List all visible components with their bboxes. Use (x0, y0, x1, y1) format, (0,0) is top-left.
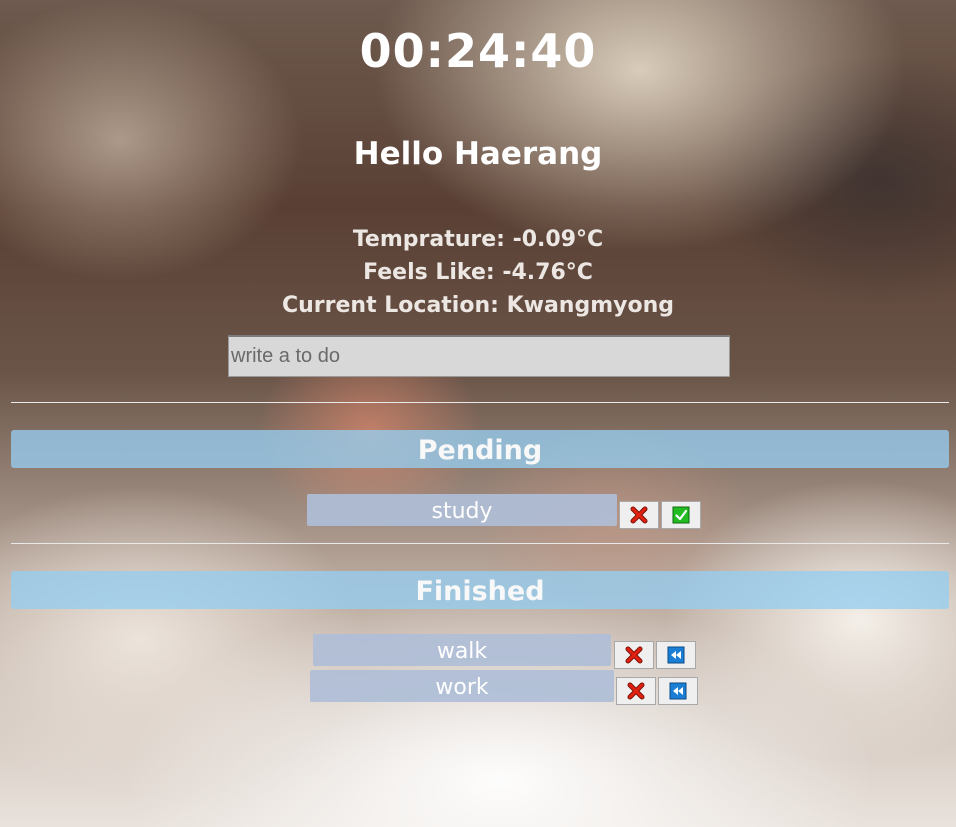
weather-location: Current Location: Kwangmyong (282, 293, 674, 318)
restore-button[interactable] (656, 641, 696, 669)
clock: 00:24:40 (359, 24, 597, 78)
weather-temperature: Temprature: -0.09°C (352, 227, 604, 252)
divider (11, 543, 949, 544)
red-x-icon (627, 682, 645, 700)
weather-feels-like: Feels Like: -4.76°C (363, 260, 593, 285)
finished-item-work: work (310, 670, 614, 702)
restore-button[interactable] (658, 677, 698, 705)
red-x-icon (625, 646, 643, 664)
green-check-icon (672, 506, 690, 524)
greeting: Hello Haerang (353, 136, 603, 172)
delete-button[interactable] (616, 677, 656, 705)
delete-button[interactable] (619, 501, 659, 529)
blue-rewind-icon (667, 646, 685, 664)
pending-item-study: study (307, 494, 617, 526)
blue-rewind-icon (669, 682, 687, 700)
divider (11, 402, 949, 403)
todo-input[interactable] (228, 335, 730, 377)
delete-button[interactable] (614, 641, 654, 669)
red-x-icon (630, 506, 648, 524)
finish-button[interactable] (661, 501, 701, 529)
pending-header: Pending (11, 430, 949, 468)
finished-item-walk: walk (313, 634, 611, 666)
finished-header: Finished (11, 571, 949, 609)
